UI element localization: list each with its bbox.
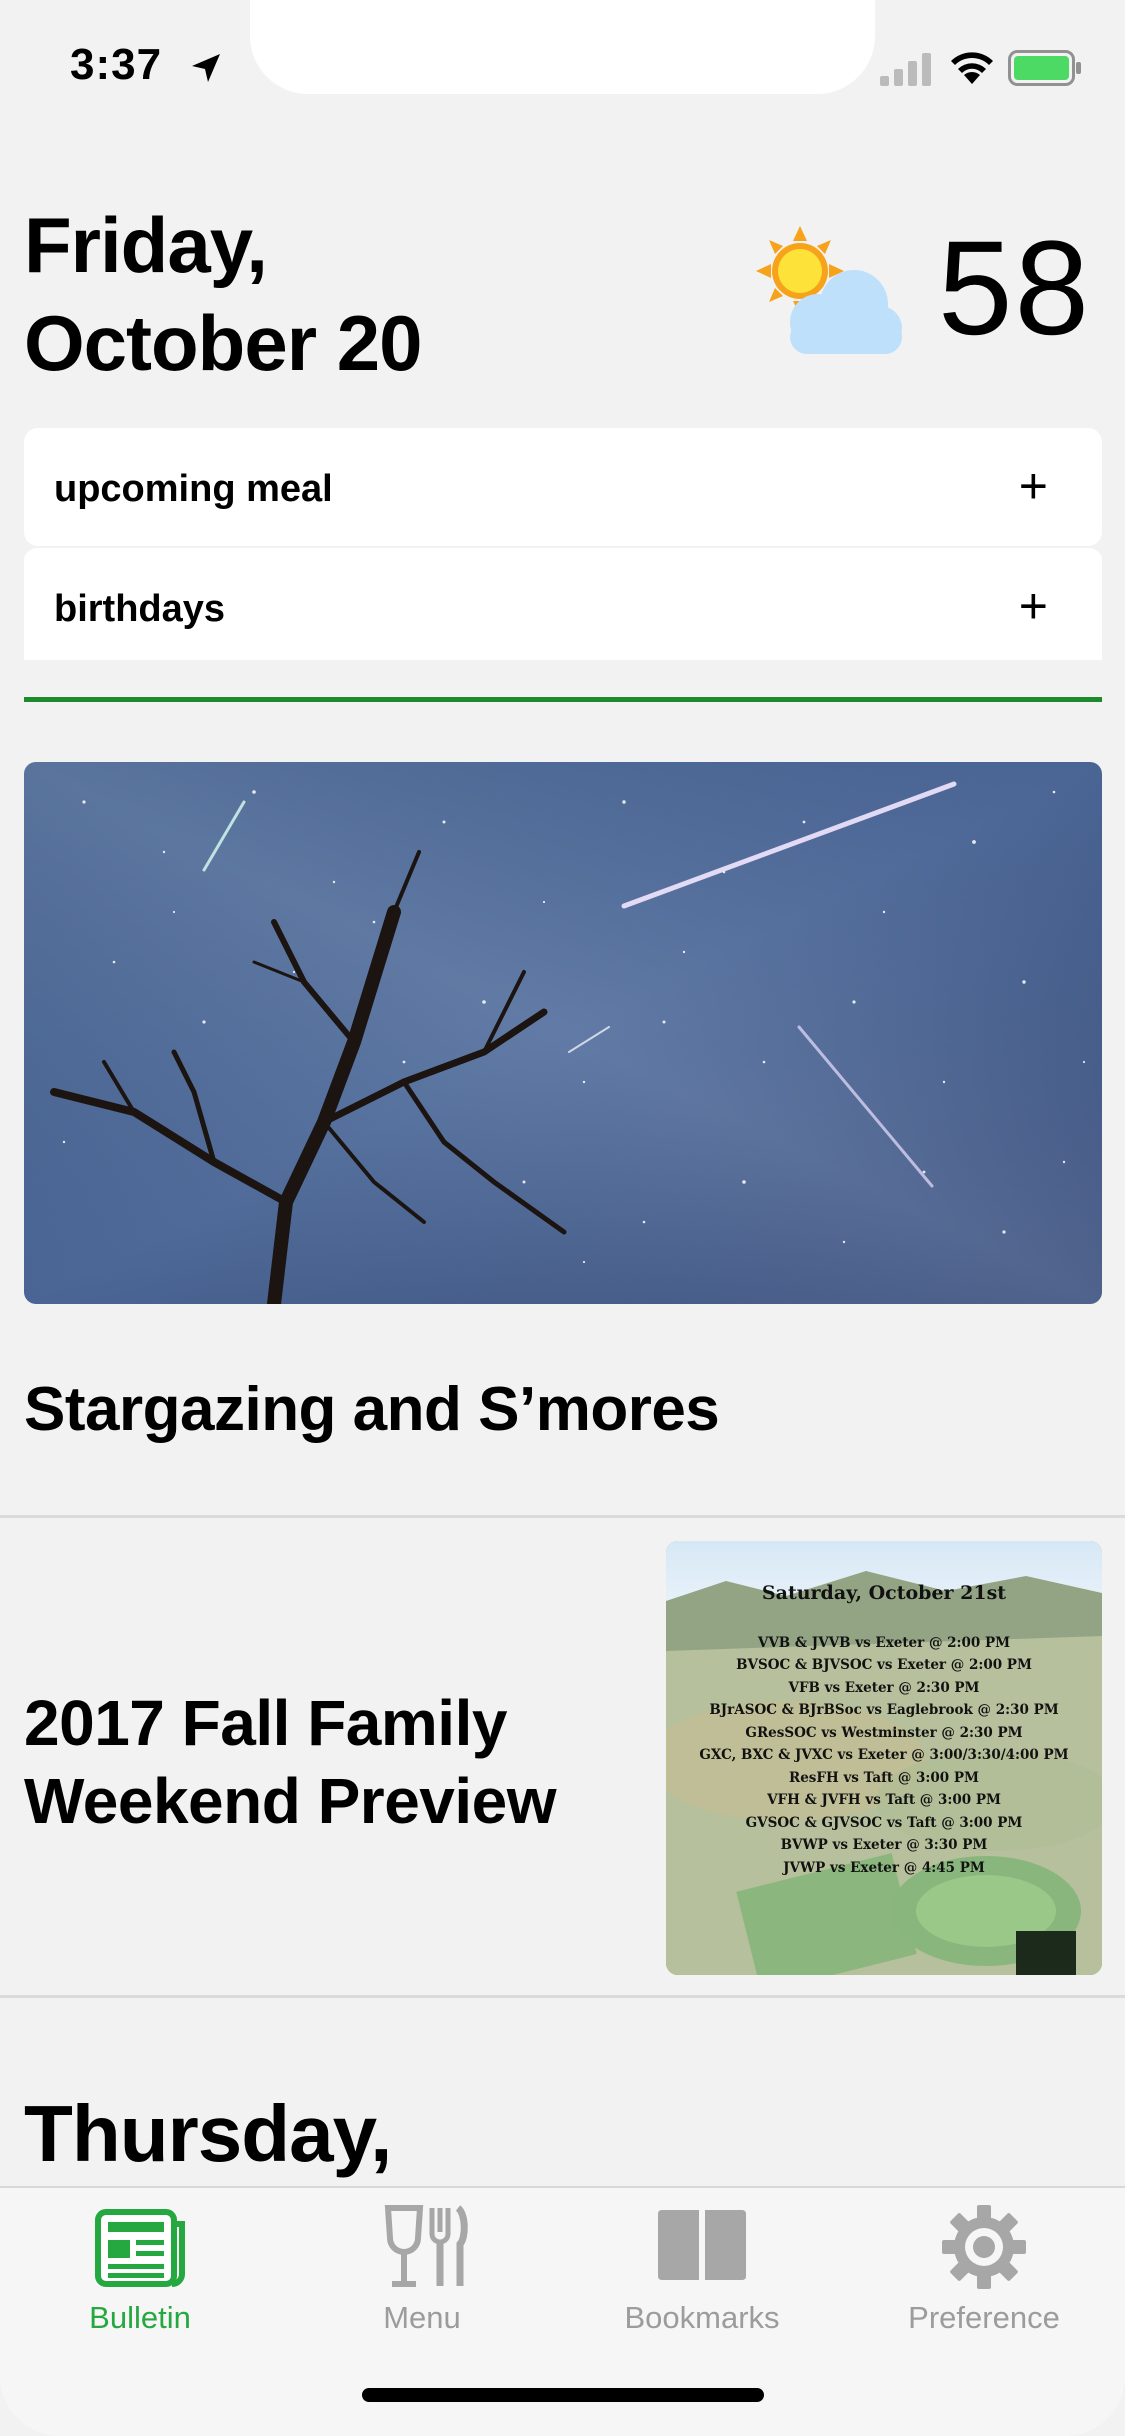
wifi-icon bbox=[951, 52, 993, 84]
schedule-line: BJrASOC & BJrBSoc vs Eaglebrook @ 2:30 P… bbox=[709, 1702, 1058, 1718]
section-date-heading: Thursday, bbox=[24, 2089, 392, 2178]
birthdays-row[interactable]: birthdays + bbox=[24, 546, 1102, 660]
status-bar: 3:37 bbox=[0, 0, 1125, 132]
birthdays-label: birthdays bbox=[54, 588, 226, 630]
fall-family-weekend-story-title[interactable]: 2017 Fall Family Weekend Preview bbox=[24, 1684, 557, 1840]
meteor-shower-photo bbox=[24, 762, 1102, 1304]
schedule-line: VFH & JVFH vs Taft @ 3:00 PM bbox=[766, 1792, 1001, 1808]
schedule-line: JVWP vs Exeter @ 4:45 PM bbox=[782, 1860, 985, 1876]
battery-icon bbox=[1008, 50, 1081, 86]
location-arrow-icon bbox=[192, 54, 220, 82]
story-divider bbox=[0, 1995, 1125, 1998]
date-weekday: Friday, bbox=[24, 201, 268, 289]
schedule-line: GXC, BXC & JVXC vs Exeter @ 3:00/3:30/4:… bbox=[699, 1747, 1068, 1763]
partly-sunny-icon bbox=[756, 226, 902, 354]
tab-label: Bookmarks bbox=[624, 2300, 780, 2335]
tab-bookmarks[interactable]: Bookmarks bbox=[572, 2204, 832, 2354]
expand-plus-icon[interactable]: + bbox=[1019, 458, 1048, 514]
campus-aerial-schedule-photo: Saturday, October 21st VVB & JVVB vs Exe… bbox=[666, 1541, 1102, 1975]
tab-label: Preference bbox=[908, 2300, 1060, 2335]
home-indicator[interactable] bbox=[362, 2388, 764, 2402]
tab-bulletin[interactable]: Bulletin bbox=[10, 2204, 270, 2354]
status-time: 3:37 bbox=[70, 40, 163, 89]
page-title-date: Friday, October 20 bbox=[24, 196, 422, 392]
temperature-readout: 58 bbox=[938, 214, 1092, 363]
story-divider bbox=[0, 1515, 1125, 1518]
schedule-line: VFB vs Exeter @ 2:30 PM bbox=[787, 1680, 979, 1696]
tab-menu[interactable]: Menu bbox=[292, 2204, 552, 2354]
device-notch bbox=[250, 0, 875, 94]
newspaper-icon bbox=[95, 2209, 185, 2287]
schedule-line: ResFH vs Taft @ 3:00 PM bbox=[789, 1770, 979, 1786]
stargazing-story-title[interactable]: Stargazing and S’mores bbox=[24, 1374, 720, 1445]
app-screen: 3:37 Friday, October 20 58 upcoming meal… bbox=[0, 0, 1125, 2436]
book-icon bbox=[658, 2210, 746, 2280]
schedule-heading: Saturday, October 21st bbox=[762, 1582, 1006, 1604]
cellular-signal-icon bbox=[880, 53, 931, 86]
tab-label: Bulletin bbox=[89, 2300, 191, 2335]
story-title-line: Weekend Preview bbox=[24, 1765, 557, 1837]
schedule-line: GVSOC & GJVSOC vs Taft @ 3:00 PM bbox=[746, 1815, 1023, 1831]
fall-family-weekend-thumbnail[interactable]: Saturday, October 21st VVB & JVVB vs Exe… bbox=[666, 1541, 1102, 1975]
schedule-line: VVB & JVVB vs Exeter @ 2:00 PM bbox=[757, 1635, 1010, 1651]
tab-label: Menu bbox=[383, 2300, 461, 2335]
gear-icon bbox=[942, 2205, 1026, 2289]
tab-preference[interactable]: Preference bbox=[854, 2204, 1114, 2354]
story-title-line: 2017 Fall Family bbox=[24, 1687, 507, 1759]
schedule-line: GResSOC vs Westminster @ 2:30 PM bbox=[745, 1725, 1022, 1741]
stargazing-story-image[interactable] bbox=[24, 762, 1102, 1304]
section-divider bbox=[24, 697, 1102, 702]
upcoming-meal-label: upcoming meal bbox=[54, 468, 333, 510]
upcoming-meal-row[interactable]: upcoming meal + bbox=[24, 428, 1102, 546]
schedule-line: BVWP vs Exeter @ 3:30 PM bbox=[781, 1837, 988, 1853]
fork-knife-glass-icon bbox=[384, 2205, 468, 2287]
date-month-day: October 20 bbox=[24, 299, 422, 387]
schedule-line: BVSOC & BJVSOC vs Exeter @ 2:00 PM bbox=[736, 1657, 1032, 1673]
expand-plus-icon[interactable]: + bbox=[1019, 578, 1048, 634]
